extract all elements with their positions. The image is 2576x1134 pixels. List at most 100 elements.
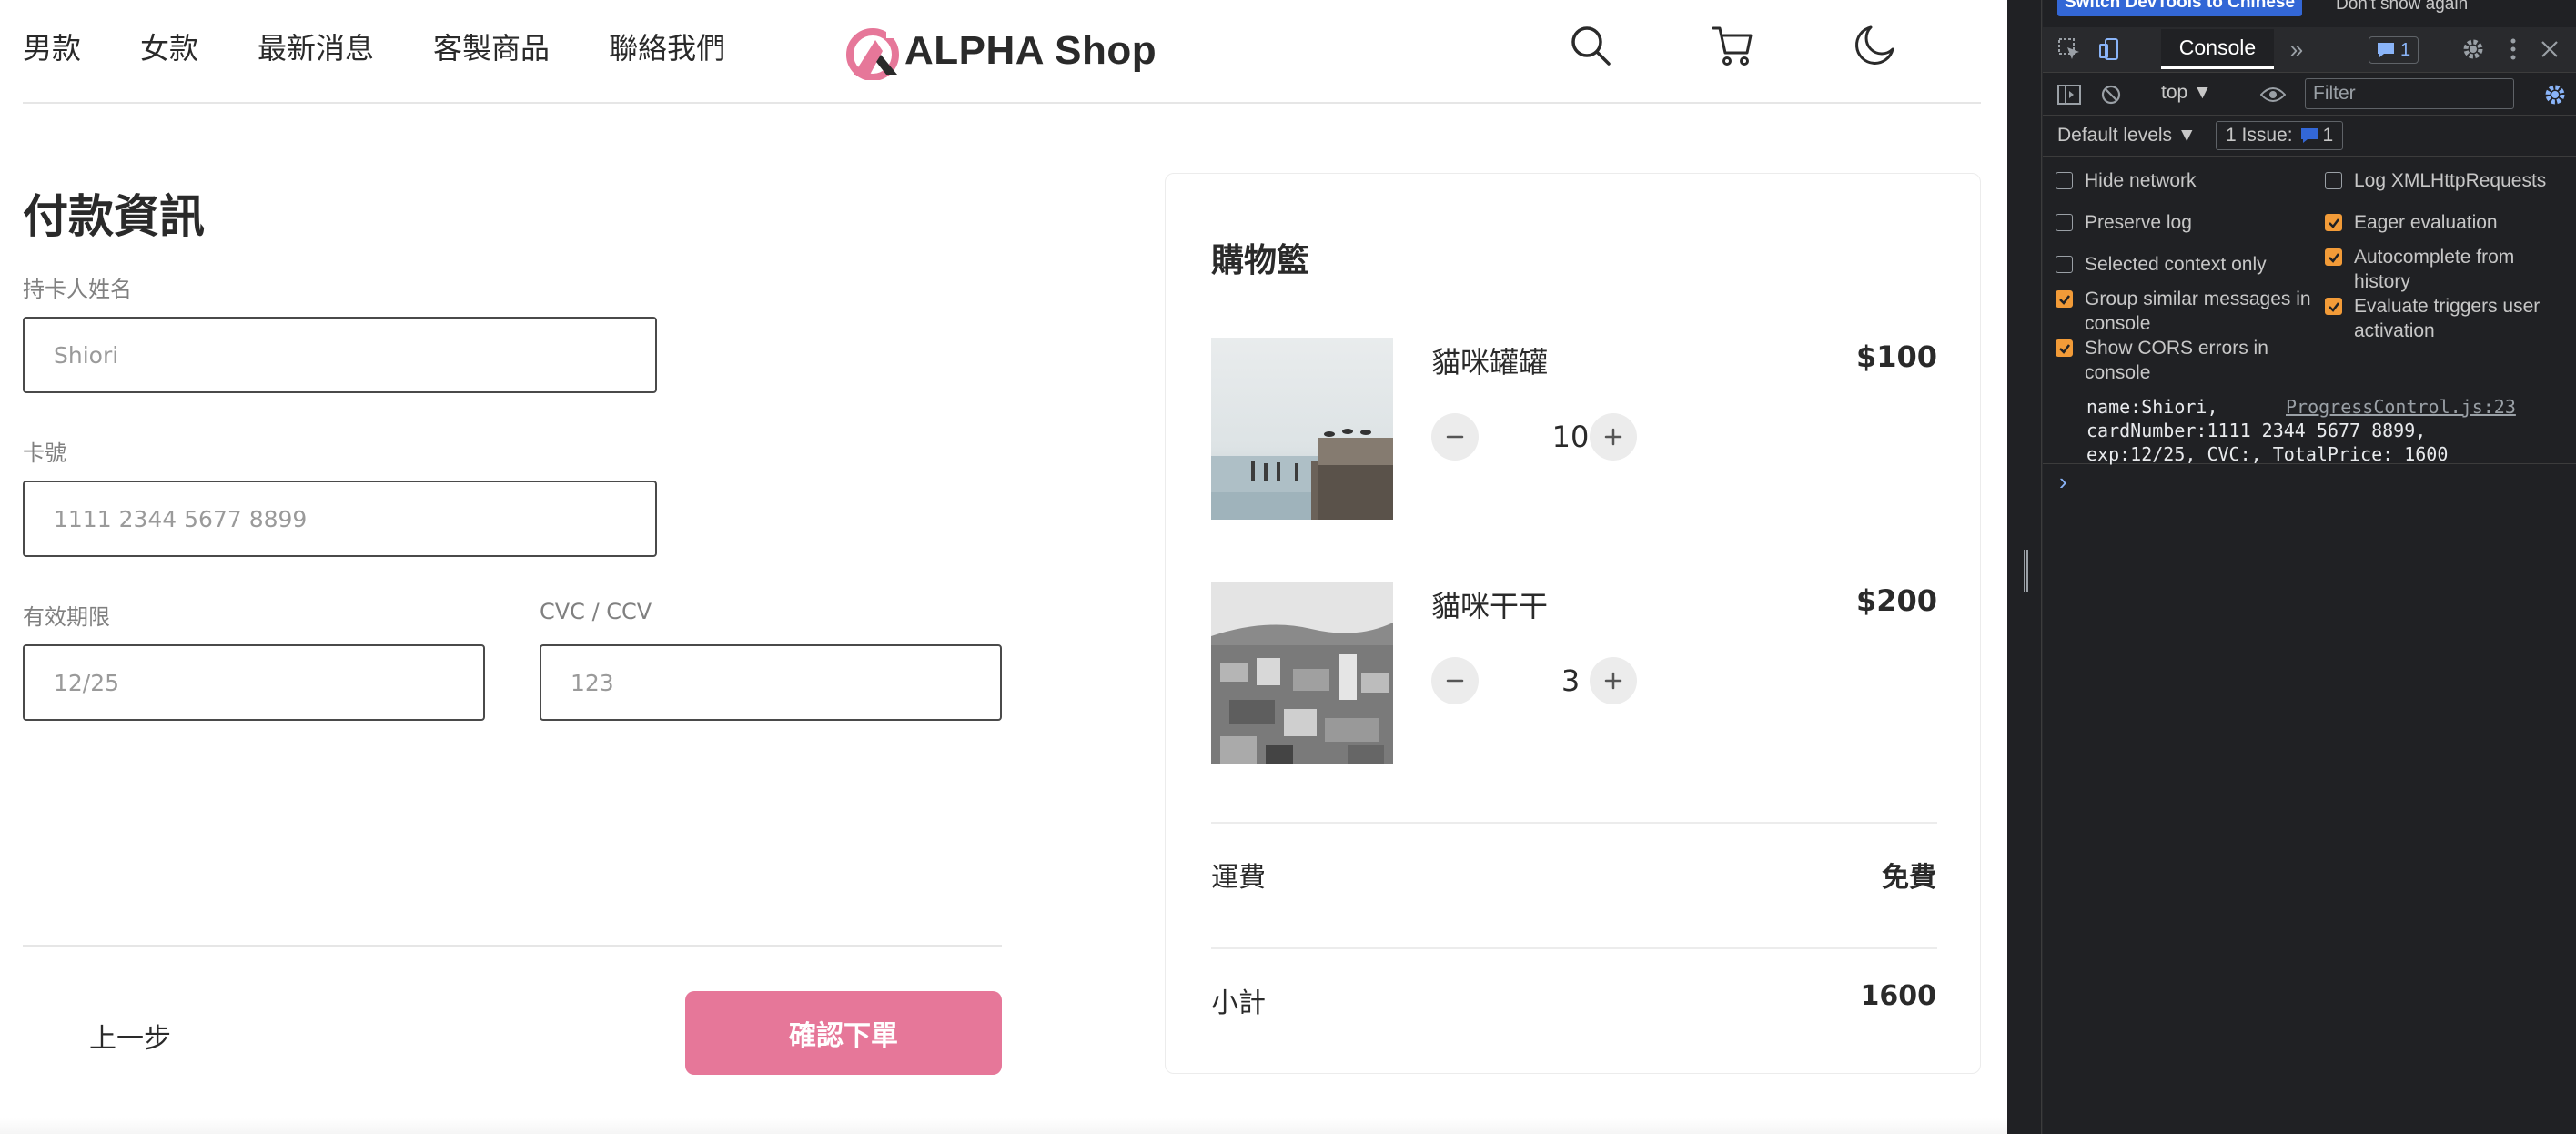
evaluate-triggers-option[interactable]: Evaluate triggers user activation — [2325, 294, 2571, 343]
checkbox-checked[interactable] — [2056, 339, 2073, 357]
increase-quantity-button[interactable] — [1590, 657, 1637, 704]
checkbox[interactable] — [2056, 214, 2073, 231]
log-line: cardNumber:1111 2344 5677 8899, — [2086, 420, 2427, 441]
form-divider — [23, 945, 1002, 947]
moon-icon[interactable] — [1849, 20, 1900, 71]
cart-item: 貓咪干干 $200 3 — [1211, 582, 1937, 764]
checkbox-checked[interactable] — [2325, 298, 2342, 315]
nav-link-women[interactable]: 女款 — [140, 27, 198, 69]
nav-link-custom[interactable]: 客製商品 — [433, 27, 550, 69]
message-icon — [2378, 43, 2394, 57]
group-similar-option[interactable]: Group similar messages in console — [2056, 287, 2319, 336]
console-log-entry: name:Shiori, cardNumber:1111 2344 5677 8… — [2043, 391, 2576, 465]
decrease-quantity-button[interactable] — [1431, 413, 1479, 461]
increase-quantity-button[interactable] — [1590, 413, 1637, 461]
checkbox-checked[interactable] — [2056, 290, 2073, 308]
inspect-element-icon[interactable] — [2054, 34, 2085, 65]
item-price: $200 — [1855, 583, 1937, 618]
nav-link-contact[interactable]: 聯絡我們 — [609, 27, 725, 69]
context-selector[interactable]: top ▼ — [2161, 82, 2212, 104]
nav-divider — [23, 102, 1981, 104]
search-icon[interactable] — [1565, 20, 1616, 71]
nav-icon-group — [1565, 20, 1991, 71]
main-nav: 男款 女款 最新消息 客製商品 聯絡我們 — [23, 27, 784, 69]
issues-count: 1 — [2322, 125, 2334, 146]
settings-gear-icon[interactable] — [2458, 34, 2489, 65]
subtotal-label: 小計 — [1211, 987, 1266, 1019]
subtotal-value: 1600 — [1860, 980, 1937, 1012]
product-image-cityscape — [1211, 582, 1393, 764]
devtools-resize-gutter[interactable] — [2007, 0, 2042, 1134]
devtools-main: Switch DevTools to Chinese Don't show ag… — [2043, 0, 2576, 1134]
show-cors-errors-option[interactable]: Show CORS errors in console — [2056, 336, 2319, 385]
resize-grip-icon[interactable] — [2024, 550, 2028, 592]
confirm-order-button[interactable]: 確認下單 — [685, 991, 1002, 1075]
shopping-cart: 購物籃 貓咪罐罐 $100 10 貓咪干干 $200 3 運費 免費 小計 16… — [1165, 173, 1981, 1074]
cart-item: 貓咪罐罐 $100 10 — [1211, 338, 1937, 520]
checkbox[interactable] — [2056, 256, 2073, 273]
cart-divider — [1211, 822, 1937, 824]
prev-step-button[interactable]: 上一步 — [89, 1016, 171, 1056]
checkbox[interactable] — [2056, 172, 2073, 189]
eager-evaluation-option[interactable]: Eager evaluation — [2325, 210, 2571, 235]
more-options-icon[interactable] — [2498, 34, 2529, 65]
log-line: name:Shiori, — [2086, 396, 2218, 418]
console-settings: Hide network Log XMLHttpRequests Preserv… — [2043, 157, 2576, 390]
shop-page: 男款 女款 最新消息 客製商品 聯絡我們 ALPHA Shop 付款資訊 持卡人… — [0, 0, 2007, 1134]
page-bottom-fade — [0, 1118, 2007, 1134]
log-levels-row: Default levels ▼ 1 Issue: 1 — [2043, 116, 2576, 157]
brand-logo[interactable]: ALPHA Shop — [844, 22, 1157, 81]
switch-language-button[interactable]: Switch DevTools to Chinese — [2057, 0, 2303, 16]
log-line: exp:12/25, CVC:, TotalPrice: 1600 — [2086, 443, 2449, 465]
log-levels-dropdown[interactable]: Default levels ▼ — [2057, 125, 2197, 147]
log-xhr-option[interactable]: Log XMLHttpRequests — [2325, 168, 2571, 193]
cart-title: 購物籃 — [1211, 242, 1310, 279]
console-toolbar: top ▼ — [2043, 74, 2576, 116]
console-filter-input[interactable] — [2305, 78, 2514, 109]
devtools-panel: Switch DevTools to Chinese Don't show ag… — [2007, 0, 2576, 1134]
devtools-tabbar: Console » 1 — [2043, 27, 2576, 73]
selected-context-only-option[interactable]: Selected context only — [2056, 252, 2292, 277]
autocomplete-history-option[interactable]: Autocomplete from history — [2325, 245, 2571, 294]
issues-badge[interactable]: 1 — [2369, 36, 2419, 64]
language-banner: Switch DevTools to Chinese Don't show ag… — [2043, 0, 2576, 20]
preserve-log-option[interactable]: Preserve log — [2056, 210, 2292, 235]
cardholder-label: 持卡人姓名 — [23, 277, 132, 302]
more-tabs-icon[interactable]: » — [2281, 34, 2312, 65]
cart-divider — [1211, 947, 1937, 949]
issues-badge-count: 1 — [2400, 39, 2411, 60]
checkbox-checked[interactable] — [2325, 214, 2342, 231]
cardholder-input[interactable] — [23, 317, 657, 393]
payment-title: 付款資訊 — [23, 190, 205, 243]
log-source-link[interactable]: ProgressControl.js:23 — [2286, 395, 2516, 419]
issues-button[interactable]: 1 Issue: 1 — [2216, 121, 2344, 150]
close-icon[interactable] — [2534, 34, 2565, 65]
expiry-input[interactable] — [23, 644, 485, 721]
dont-show-again-button[interactable]: Don't show again — [2336, 0, 2468, 18]
message-icon — [2300, 128, 2318, 143]
cart-icon[interactable] — [1707, 20, 1758, 71]
shipping-value: 免費 — [1882, 862, 1936, 894]
expiry-label: 有效期限 — [23, 604, 110, 630]
eye-icon[interactable] — [2258, 79, 2288, 110]
checkbox-checked[interactable] — [2325, 248, 2342, 266]
issues-label: 1 Issue: — [2226, 125, 2293, 146]
card-number-label: 卡號 — [23, 440, 66, 466]
tab-console[interactable]: Console — [2161, 29, 2274, 69]
brand-name: ALPHA Shop — [904, 28, 1157, 73]
checkbox[interactable] — [2325, 172, 2342, 189]
cvc-input[interactable] — [540, 644, 1002, 721]
console-prompt-icon[interactable]: › — [2059, 468, 2067, 496]
nav-link-news[interactable]: 最新消息 — [258, 27, 374, 69]
clear-console-icon[interactable] — [2096, 79, 2126, 110]
item-name: 貓咪罐罐 — [1431, 345, 1549, 380]
hide-network-option[interactable]: Hide network — [2056, 168, 2292, 193]
product-image-seascape — [1211, 338, 1393, 520]
console-settings-gear-icon[interactable] — [2540, 79, 2571, 110]
item-price: $100 — [1855, 339, 1937, 374]
nav-link-men[interactable]: 男款 — [23, 27, 81, 69]
decrease-quantity-button[interactable] — [1431, 657, 1479, 704]
device-toolbar-icon[interactable] — [2094, 34, 2125, 65]
card-number-input[interactable] — [23, 481, 657, 557]
sidebar-toggle-icon[interactable] — [2054, 79, 2085, 110]
